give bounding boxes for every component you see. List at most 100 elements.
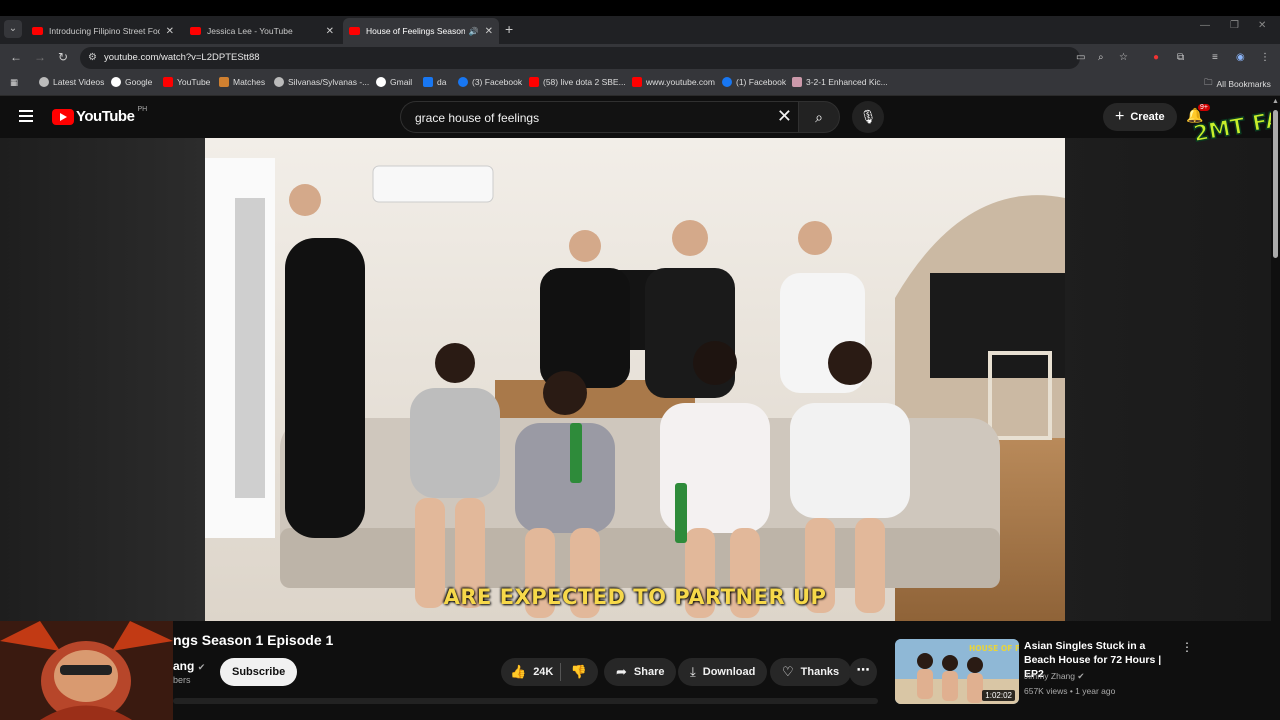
share-button[interactable]: ➦ Share (604, 658, 677, 686)
bookmark-label: (58) live dota 2 SBE... (543, 77, 626, 87)
tab-search-button[interactable]: ⌄ (4, 20, 22, 38)
cast-icon[interactable]: ▭ (1076, 52, 1085, 63)
recommended-menu-icon[interactable]: ⋮ (1181, 640, 1193, 654)
recommended-channel-text: Jimmy Zhang (1024, 671, 1076, 681)
bookmark-google[interactable]: Google (111, 77, 152, 87)
bookmark-da[interactable]: da (423, 77, 446, 87)
channel-overlay-text: 2MT FAM (1192, 104, 1276, 147)
bookmark-gmail[interactable]: Gmail (376, 77, 412, 87)
youtube-favicon-icon (349, 27, 360, 35)
bookmark-youtube[interactable]: YouTube (163, 77, 210, 87)
facebook-icon (722, 77, 732, 87)
bookmark-label: Silvanas/Sylvanas -... (288, 77, 370, 87)
profile-avatar-icon[interactable]: ◉ (1236, 52, 1245, 63)
tab-house-of-feelings[interactable]: House of Feelings Season 1 🔊 ✕ (343, 18, 499, 44)
tab-close-icon[interactable]: ✕ (485, 26, 493, 37)
globe-icon (39, 77, 49, 87)
bookmark-youtube-com[interactable]: www.youtube.com (632, 77, 715, 87)
microphone-icon: 🎙 (859, 109, 877, 124)
more-actions-button[interactable]: ⋯ (849, 658, 877, 686)
youtube-wordmark: YouTube (76, 108, 135, 125)
search-button[interactable]: ⌕ (798, 101, 840, 133)
overlay-character-avatar (0, 621, 173, 720)
scroll-up-icon[interactable]: ▲ (1272, 98, 1279, 105)
browser-tab-strip: ⌄ Introducing Filipino Street Food ✕ Jes… (0, 16, 1280, 44)
video-player[interactable]: ARE EXPECTED TO PARTNER UP (205, 138, 1065, 621)
scrollbar-thumb[interactable] (1273, 110, 1278, 258)
youtube-header: YouTube PH grace house of feelings ✕ ⌕ 🎙… (0, 97, 1280, 138)
speaker-icon[interactable]: 🔊 (469, 27, 479, 36)
facebook-icon (423, 77, 433, 87)
thumbs-up-icon: 👍 (510, 664, 527, 679)
all-bookmarks[interactable]: 🗀 All Bookmarks (1204, 77, 1271, 91)
create-button[interactable]: + Create (1103, 103, 1177, 131)
extension-red-icon[interactable]: ● (1153, 52, 1159, 63)
google-icon (111, 77, 121, 87)
bookmark-matches[interactable]: Matches (219, 77, 265, 87)
like-count: 24K (533, 666, 554, 678)
voice-search-button[interactable]: 🎙 (852, 101, 884, 133)
chrome-menu-icon[interactable]: ⋮ (1260, 52, 1270, 63)
dislike-button[interactable]: 👎 (561, 664, 597, 680)
video-duration: 1:02:02 (982, 690, 1015, 701)
reload-icon[interactable]: ↻ (58, 50, 68, 64)
back-arrow-icon[interactable]: ← (10, 50, 22, 64)
globe-icon (274, 77, 284, 87)
like-button[interactable]: 👍 24K (501, 663, 561, 681)
window-close-icon[interactable]: ✕ (1258, 20, 1266, 31)
download-button[interactable]: ⤓ Download (678, 658, 768, 686)
bookmark-label: Matches (233, 77, 266, 87)
verified-badge-icon: ✔ (197, 662, 206, 672)
channel-name[interactable]: ang ✔ (173, 659, 205, 673)
forward-arrow-icon[interactable]: → (34, 50, 46, 64)
hamburger-menu-icon[interactable] (19, 110, 33, 122)
subscriber-count: bers (173, 675, 191, 685)
tab-jessica-lee[interactable]: Jessica Lee - YouTube ✕ (184, 18, 340, 44)
search-input[interactable]: grace house of feelings ✕ (400, 101, 804, 133)
youtube-logo[interactable]: YouTube PH (52, 106, 147, 125)
tab-close-icon[interactable]: ✕ (166, 26, 174, 37)
subscribe-button[interactable]: Subscribe (220, 658, 298, 686)
bookmark-label: YouTube (177, 77, 211, 87)
channel-name-text: ang (173, 659, 195, 673)
bookmark-star-icon[interactable]: ☆ (1119, 52, 1128, 63)
screen-top-bar (0, 0, 1280, 16)
youtube-icon (632, 77, 642, 87)
new-tab-button[interactable]: + (505, 21, 513, 37)
google-icon (376, 77, 386, 87)
zoom-icon[interactable]: ⌕ (1098, 52, 1104, 63)
bookmark-latest-videos[interactable]: Latest Videos (39, 77, 104, 87)
extensions-puzzle-icon[interactable]: ⧉ (1177, 52, 1184, 63)
bookmark-label: da (437, 77, 447, 87)
tab-close-icon[interactable]: ✕ (326, 26, 334, 37)
share-icon: ➦ (616, 664, 627, 679)
thanks-button[interactable]: ♡ Thanks (770, 658, 852, 686)
tab-title: Jessica Lee - YouTube (207, 26, 293, 36)
bookmark-live-dota[interactable]: (58) live dota 2 SBE... (529, 77, 626, 87)
verified-badge-icon: ✔ (1077, 671, 1085, 681)
recommended-thumbnail[interactable]: HOUSE OF FEELINGS 1:02:02 (895, 639, 1019, 704)
download-icon: ⤓ (690, 664, 696, 679)
like-dislike-group: 👍 24K 👎 (501, 658, 598, 686)
youtube-icon (163, 77, 173, 87)
recommended-channel[interactable]: Jimmy Zhang ✔ (1024, 671, 1085, 682)
site-info-icon[interactable]: ⚙ (88, 52, 97, 63)
apps-grid-icon[interactable]: ▦ (10, 77, 18, 88)
bookmark-label: Gmail (390, 77, 413, 87)
maximize-icon[interactable]: ❐ (1230, 20, 1239, 31)
thanks-label: Thanks (800, 666, 840, 678)
minimize-icon[interactable]: — (1200, 20, 1210, 31)
bookmark-enhanced-kick[interactable]: 3-2-1 Enhanced Kic... (792, 77, 888, 87)
address-bar[interactable]: ⚙ youtube.com/watch?v=L2DPTEStt88 (80, 47, 1080, 69)
search-query-text: grace house of feelings (415, 111, 540, 125)
bookmark-silvanas[interactable]: Silvanas/Sylvanas -... (274, 77, 369, 87)
bookmark-label: Google (125, 77, 153, 87)
bookmark-label: All Bookmarks (1216, 79, 1271, 89)
tab-filipino-street-food[interactable]: Introducing Filipino Street Food ✕ (26, 18, 180, 44)
bookmark-facebook-3[interactable]: (3) Facebook (458, 77, 522, 87)
bookmark-facebook-1[interactable]: (1) Facebook (722, 77, 786, 87)
share-label: Share (633, 666, 665, 678)
description-box-edge (173, 698, 878, 704)
clear-search-icon[interactable]: ✕ (777, 106, 792, 127)
media-controls-icon[interactable]: ≡ (1212, 52, 1218, 63)
